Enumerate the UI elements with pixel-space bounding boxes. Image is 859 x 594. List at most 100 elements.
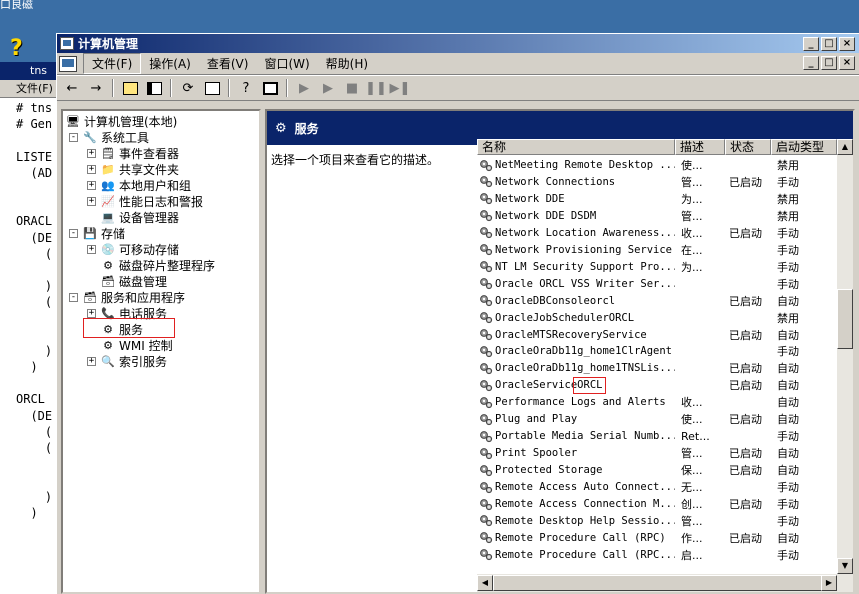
service-row[interactable]: Print Spooler 管... 已启动 自动 <box>477 445 837 462</box>
service-gear-icon <box>479 464 493 477</box>
mdi-icon[interactable] <box>59 55 77 72</box>
expand-icon[interactable]: + <box>87 180 96 190</box>
tree-item-users[interactable]: + 👥 本地用户和组 <box>87 177 191 193</box>
service-row[interactable]: Network DDE 为... 禁用 <box>477 191 837 208</box>
service-gear-icon <box>479 277 493 290</box>
collapse-icon[interactable]: - <box>69 292 78 302</box>
up-folder-icon[interactable] <box>119 78 141 98</box>
tree-item-disk[interactable]: 🗃 磁盘管理 <box>87 273 167 289</box>
menu-help[interactable]: 帮助(H) <box>318 54 376 73</box>
tree-item-defrag[interactable]: ⚙ 磁盘碎片整理程序 <box>87 257 215 273</box>
column-header-status[interactable]: 状态 <box>725 139 771 155</box>
pause-icon[interactable]: ❚❚ <box>365 78 387 98</box>
console-tree[interactable]: 🖥 计算机管理(本地) - 🔧 系统工具 + 🗒 事件查看器 + 📁 共享文件夹 + 👥 本地用户和组… <box>61 109 261 594</box>
show-hide-tree-icon[interactable] <box>143 78 165 98</box>
start-service-icon[interactable]: ▶ <box>293 78 315 98</box>
horizontal-scrollbar[interactable]: ◀ ▶ <box>477 574 853 592</box>
minimize-button[interactable]: _ <box>803 37 819 51</box>
service-row[interactable]: NT LM Security Support Pro... 为... 手动 <box>477 259 837 276</box>
service-row[interactable]: Performance Logs and Alerts 收... 自动 <box>477 394 837 411</box>
background-window-menu[interactable]: 文件(F) <box>0 80 59 98</box>
service-startup-cell: 自动 <box>777 362 799 376</box>
service-row[interactable]: OracleOraDb11g_home1TNSLis... 已启动 自动 <box>477 360 837 377</box>
service-row[interactable]: Network Location Awareness... 收... 已启动 手动 <box>477 225 837 242</box>
tree-root[interactable]: 🖥 计算机管理(本地) <box>65 113 177 129</box>
close-button[interactable]: × <box>839 37 855 51</box>
menu-action[interactable]: 操作(A) <box>141 54 199 73</box>
service-row[interactable]: Network Connections 管... 已启动 手动 <box>477 174 837 191</box>
background-code-line: # tns <box>16 101 53 115</box>
services-list[interactable]: 名称 描述 状态 启动类型 ▲ ▼ ◀ ▶ NetMeeting Remote … <box>477 139 853 592</box>
child-close-button[interactable]: × <box>839 56 855 70</box>
maximize-button[interactable]: □ <box>821 37 837 51</box>
service-row[interactable]: Plug and Play 使... 已启动 自动 <box>477 411 837 428</box>
column-header-name[interactable]: 名称 <box>477 139 675 155</box>
scroll-left-arrow-icon[interactable]: ◀ <box>477 575 493 591</box>
pause-service-icon[interactable]: ▶ <box>317 78 339 98</box>
service-row[interactable]: Remote Procedure Call (RPC) 作... 已启动 自动 <box>477 530 837 547</box>
expand-icon[interactable]: + <box>87 148 96 158</box>
vertical-scrollbar[interactable]: ▲ ▼ <box>837 139 853 574</box>
tree-item-wmi[interactable]: ⚙ WMI 控制 <box>87 337 173 353</box>
service-name-cell: Performance Logs and Alerts <box>479 394 675 411</box>
stop-service-icon[interactable]: ■ <box>341 78 363 98</box>
properties-icon[interactable] <box>259 78 281 98</box>
child-restore-button[interactable]: □ <box>821 56 837 70</box>
tree-item-perf-log[interactable]: + 📈 性能日志和警报 <box>87 193 203 209</box>
refresh-icon[interactable]: ⟳ <box>177 78 199 98</box>
computer-management-window[interactable]: 计算机管理 _ □ × 文件(F) 操作(A) 查看(V) 窗口(W) 帮助(H… <box>56 33 859 594</box>
collapse-icon[interactable]: - <box>69 132 78 142</box>
column-header-description[interactable]: 描述 <box>675 139 725 155</box>
service-row[interactable]: Protected Storage 保... 已启动 自动 <box>477 462 837 479</box>
service-row[interactable]: Portable Media Serial Numb... Ret... 手动 <box>477 428 837 445</box>
expand-icon[interactable]: + <box>87 164 96 174</box>
menu-file[interactable]: 文件(F) <box>83 53 142 74</box>
tree-item-device-manager[interactable]: 💻 设备管理器 <box>87 209 179 225</box>
scroll-thumb[interactable] <box>837 289 853 349</box>
service-row[interactable]: Oracle ORCL VSS Writer Ser... 手动 <box>477 276 837 293</box>
back-arrow-icon[interactable]: ← <box>61 78 83 98</box>
background-window[interactable]: tns 文件(F) # tns # Gen LISTE (AD ORACL (DE (… <box>0 62 60 594</box>
column-header-startup-type[interactable]: 启动类型 <box>771 139 837 155</box>
expand-icon[interactable]: + <box>87 196 96 206</box>
service-row[interactable]: Remote Procedure Call (RPC... 启... 手动 <box>477 547 837 564</box>
service-row[interactable]: OracleJobSchedulerORCL 禁用 <box>477 310 837 327</box>
menu-view[interactable]: 查看(V) <box>199 54 257 73</box>
forward-arrow-icon[interactable]: → <box>85 78 107 98</box>
service-row[interactable]: Remote Access Auto Connect... 无... 手动 <box>477 479 837 496</box>
service-row[interactable]: OracleServiceORCL 已启动 自动 <box>477 377 837 394</box>
export-list-icon[interactable] <box>201 78 223 98</box>
scroll-up-arrow-icon[interactable]: ▲ <box>837 139 853 155</box>
tree-item-index[interactable]: + 🔍 索引服务 <box>87 353 167 369</box>
tree-item-removable-storage[interactable]: + 💿 可移动存储 <box>87 241 179 257</box>
restart-service-icon[interactable]: ▶❚ <box>389 78 411 98</box>
help-book-icon[interactable]: ? <box>235 78 257 98</box>
tree-item-event-viewer[interactable]: + 🗒 事件查看器 <box>87 145 179 161</box>
service-row[interactable]: OracleDBConsoleorcl 已启动 自动 <box>477 293 837 310</box>
horizontal-scroll-thumb[interactable] <box>493 575 823 591</box>
service-row[interactable]: Network Provisioning Service 在... 手动 <box>477 242 837 259</box>
scroll-down-arrow-icon[interactable]: ▼ <box>837 558 853 574</box>
service-row[interactable]: Network DDE DSDM 管... 禁用 <box>477 208 837 225</box>
help-icon[interactable]: ? <box>10 38 32 62</box>
tree-item-storage[interactable]: - 💾 存储 <box>69 225 125 241</box>
service-name-cell: Oracle ORCL VSS Writer Ser... <box>479 276 675 293</box>
collapse-icon[interactable]: - <box>69 228 78 238</box>
expand-icon[interactable]: + <box>87 356 96 366</box>
service-row[interactable]: Remote Access Connection M... 创... 已启动 手动 <box>477 496 837 513</box>
service-row[interactable]: OracleMTSRecoveryService 已启动 自动 <box>477 327 837 344</box>
tree-item-services-apps[interactable]: - 🗃 服务和应用程序 <box>69 289 185 305</box>
title-bar[interactable]: 计算机管理 _ □ × <box>57 34 859 53</box>
tree-item-shared-folder[interactable]: + 📁 共享文件夹 <box>87 161 179 177</box>
expand-icon[interactable]: + <box>87 244 96 254</box>
service-gear-icon <box>479 226 493 239</box>
menu-window[interactable]: 窗口(W) <box>256 54 317 73</box>
tree-item-tools[interactable]: - 🔧 系统工具 <box>69 129 149 145</box>
service-row[interactable]: OracleOraDb11g_home1ClrAgent 手动 <box>477 343 837 360</box>
scroll-right-arrow-icon[interactable]: ▶ <box>821 575 837 591</box>
service-row[interactable]: Remote Desktop Help Sessio... 管... 手动 <box>477 513 837 530</box>
toolbar-separator <box>286 79 288 97</box>
child-minimize-button[interactable]: _ <box>803 56 819 70</box>
service-row[interactable]: NetMeeting Remote Desktop ... 使... 禁用 <box>477 157 837 174</box>
expand-icon[interactable]: + <box>87 308 96 318</box>
